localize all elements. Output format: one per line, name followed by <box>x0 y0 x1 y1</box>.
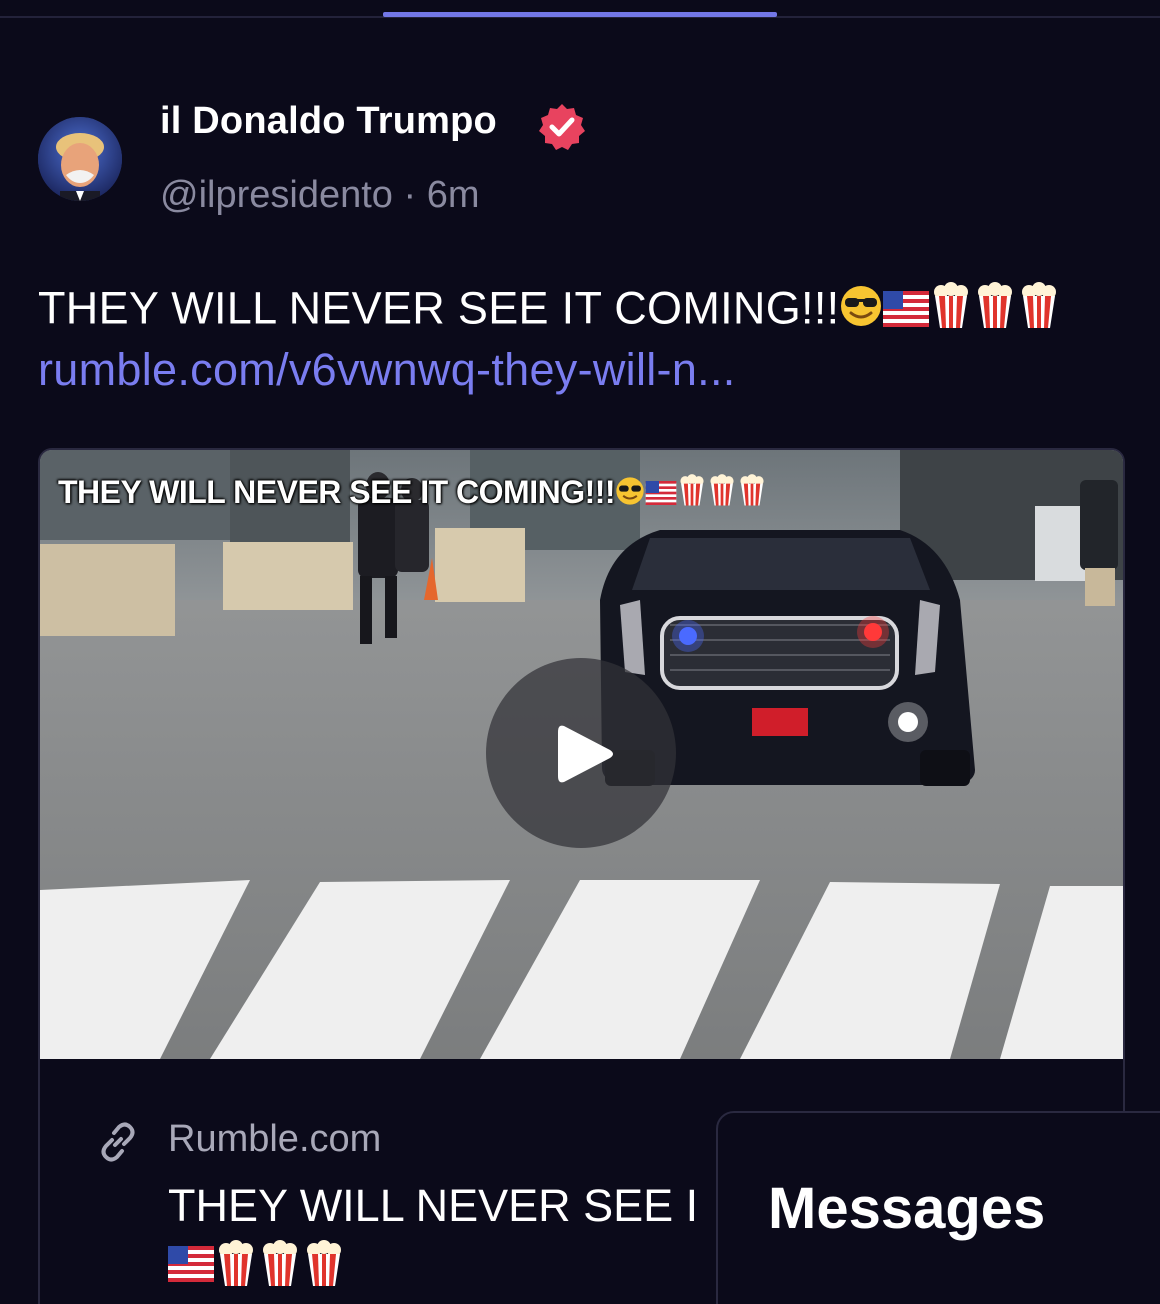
active-tab-indicator[interactable] <box>383 12 777 17</box>
post-link[interactable]: rumble.com/v6vwnwq-they-will-n... <box>38 344 736 396</box>
post-time[interactable]: 6m <box>427 174 480 216</box>
video-title: THEY WILL NEVER SEE IT COMING!!! <box>58 474 767 515</box>
sunglasses-emoji-icon <box>615 476 645 514</box>
popcorn-emoji-icon <box>973 282 1017 341</box>
us-flag-emoji-icon <box>645 476 677 513</box>
post-text: THEY WILL NEVER SEE IT COMING!!! <box>38 282 1061 341</box>
popcorn-emoji-icon <box>707 474 737 515</box>
popcorn-emoji-icon <box>1017 282 1061 341</box>
messages-panel[interactable]: Messages <box>716 1111 1160 1304</box>
separator: · <box>403 174 417 216</box>
avatar[interactable] <box>38 117 122 201</box>
popcorn-emoji-icon <box>214 1240 258 1293</box>
play-button[interactable] <box>486 658 676 848</box>
card-title: THEY WILL NEVER SEE I <box>168 1180 699 1231</box>
messages-title[interactable]: Messages <box>768 1175 1045 1242</box>
link-icon <box>101 1122 135 1162</box>
app-screen: il Donaldo Trumpo @ilpresidento · 6m THE… <box>0 0 1160 1304</box>
us-flag-emoji-icon <box>168 1246 214 1287</box>
video-thumbnail[interactable]: THEY WILL NEVER SEE IT COMING!!! <box>40 450 1123 1059</box>
author-name[interactable]: il Donaldo Trumpo <box>160 100 497 143</box>
popcorn-emoji-icon <box>929 282 973 341</box>
popcorn-emoji-icon <box>258 1240 302 1293</box>
popcorn-emoji-icon <box>302 1240 346 1293</box>
card-source-domain: Rumble.com <box>168 1118 382 1160</box>
card-title-emojis <box>168 1240 346 1293</box>
verified-badge-icon <box>539 104 585 150</box>
popcorn-emoji-icon <box>737 474 767 515</box>
popcorn-emoji-icon <box>677 474 707 515</box>
video-title-text: THEY WILL NEVER SEE IT COMING!!! <box>58 474 616 510</box>
post-text-content: THEY WILL NEVER SEE IT COMING!!! <box>38 282 840 334</box>
sunglasses-emoji-icon <box>839 284 883 339</box>
handle-line: @ilpresidento · 6m <box>160 174 480 217</box>
play-icon <box>558 725 613 783</box>
us-flag-emoji-icon <box>883 286 930 338</box>
author-handle[interactable]: @ilpresidento <box>160 174 393 216</box>
